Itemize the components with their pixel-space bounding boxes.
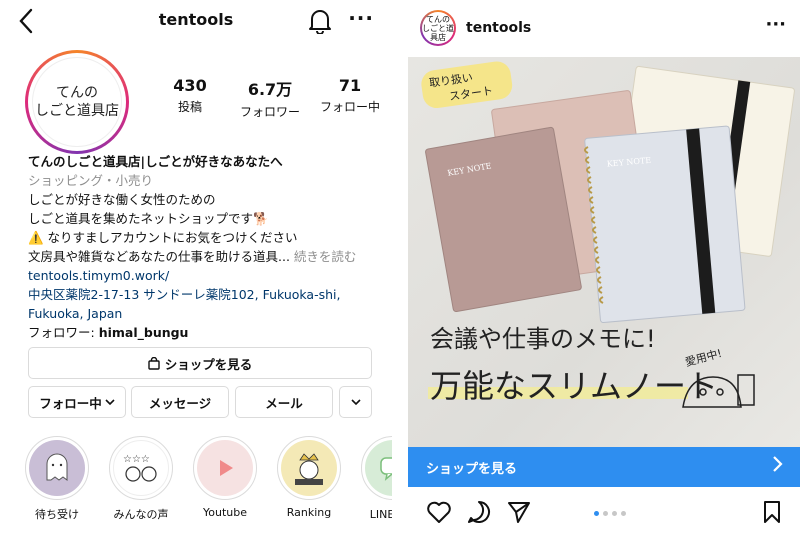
bio-address-line[interactable]: 中央区薬院2-17-13 サンドーレ薬院102, Fukuoka-shi, [28, 285, 378, 304]
profile-panel: tentools ··· てんの しごと道具店 430 投稿 6.7万 フォロワー… [0, 0, 392, 535]
message-label: メッセージ [148, 395, 212, 411]
carousel-dot [603, 511, 608, 516]
stat-number: 430 [173, 76, 207, 95]
stat-followers[interactable]: 6.7万 フォロワー [230, 76, 310, 120]
heart-icon[interactable] [426, 499, 452, 525]
stat-number: 6.7万 [247, 80, 293, 99]
read-more-link[interactable]: 続きを読む [294, 249, 357, 264]
bio-line-row: 文房具や雑貨などあなたの仕事を助ける道具... 続きを読む [28, 247, 378, 266]
more-icon[interactable]: ··· [765, 14, 786, 35]
view-shop-button[interactable]: ショップを見る [28, 347, 372, 379]
message-button[interactable]: メッセージ [131, 386, 229, 418]
carousel-dot [621, 511, 626, 516]
profile-bio: てんのしごと道具店|しごとが好きなあなたへ ショッピング・小売り しごとが好きな… [28, 152, 378, 342]
bio-line: 文房具や雑貨などあなたの仕事を助ける道具... [28, 249, 290, 264]
profile-avatar[interactable]: てんの しごと道具店 [25, 50, 129, 154]
highlight-cover [193, 436, 257, 500]
highlight-item[interactable]: LINEスタ [358, 436, 392, 522]
highlight-item[interactable]: Youtube [190, 436, 260, 519]
chat-bubble-icon [380, 457, 392, 481]
followed-by[interactable]: フォロワー: himal_bungu [28, 323, 378, 342]
more-icon[interactable]: ··· [348, 6, 374, 30]
ghost-icon [46, 453, 68, 481]
highlight-cover [361, 436, 392, 500]
stat-posts[interactable]: 430 投稿 [150, 76, 230, 120]
post-actions [408, 497, 800, 529]
post-image[interactable]: KEY NOTE KEY NOTE 取り扱い スタート 会議や仕事のメモに! 万… [408, 57, 800, 447]
view-shop-label: ショップを見る [164, 356, 253, 372]
post-username[interactable]: tentools [466, 20, 531, 36]
send-icon[interactable] [506, 499, 532, 525]
view-shop-bar[interactable]: ショップを見る [408, 447, 800, 487]
stat-label: フォロワー [239, 105, 300, 119]
highlight-label: Youtube [203, 506, 247, 519]
bio-address-line[interactable]: Fukuoka, Japan [28, 304, 378, 323]
carousel-dot [594, 511, 599, 516]
headline-text: 会議や仕事のメモに! [430, 325, 656, 353]
notebooks-illustration: KEY NOTE KEY NOTE 取り扱い スタート 会議や仕事のメモに! 万… [421, 61, 795, 408]
comment-icon[interactable] [466, 499, 492, 525]
stat-following[interactable]: 71 フォロー中 [310, 76, 390, 120]
avatar-logo: てんの しごと道具店 [422, 12, 454, 44]
highlight-item[interactable]: Ranking [274, 436, 344, 519]
followed-by-user: himal_bungu [98, 325, 189, 340]
suggested-dropdown-button[interactable] [339, 386, 372, 418]
mail-label: メール [265, 395, 303, 411]
highlight-label: 待ち受け [35, 508, 79, 521]
play-icon [220, 460, 233, 476]
following-label: フォロー中 [39, 395, 102, 411]
post-avatar[interactable]: てんの しごと道具店 [420, 10, 456, 46]
svg-text:愛用中!: 愛用中! [684, 347, 724, 369]
stat-label: 投稿 [177, 100, 202, 114]
highlight-label: LINEスタ [369, 508, 392, 521]
highlight-cover [25, 436, 89, 500]
bio-website-link[interactable]: tentools.timym0.work/ [28, 266, 378, 285]
view-shop-bar-label: ショップを見る [426, 461, 518, 477]
bio-category: ショッピング・小売り [28, 173, 154, 188]
highlight-cover [277, 436, 341, 500]
headline-text: 万能なスリムノート [430, 367, 718, 405]
carousel-dot [612, 511, 617, 516]
highlight-label: みんなの声 [113, 508, 169, 521]
highlight-item[interactable]: 待ち受け [22, 436, 92, 522]
shop-bag-icon [148, 356, 160, 370]
highlight-label: Ranking [286, 506, 332, 519]
bell-icon[interactable] [308, 8, 334, 35]
carousel-indicator [594, 511, 626, 516]
post-panel: てんの しごと道具店 tentools ··· KEY NOTE KEY NOT… [408, 0, 800, 535]
chevron-down-icon [105, 399, 115, 406]
mail-button[interactable]: メール [235, 386, 333, 418]
bio-line: しごとが好きな働く女性のための [28, 192, 216, 207]
chevron-right-icon [772, 454, 784, 479]
profile-header: tentools ··· [0, 0, 392, 42]
profile-stats: 430 投稿 6.7万 フォロワー 71 フォロー中 [150, 76, 390, 120]
avatar-logo: てんの しごと道具店 [32, 57, 122, 147]
followed-by-prefix: フォロワー: [28, 325, 99, 340]
story-highlights: 待ち受け ☆☆☆ みんなの声 Youtube Ranking LINEスタ [22, 436, 392, 531]
svg-text:☆☆☆: ☆☆☆ [123, 454, 150, 465]
bookmark-icon[interactable] [760, 499, 786, 525]
post-header: てんの しごと道具店 tentools ··· [408, 0, 800, 57]
highlight-cover: ☆☆☆ [109, 436, 173, 500]
bio-line: しごと道具を集めたネットショップです🐕 [28, 211, 269, 226]
stat-label: フォロー中 [319, 100, 380, 114]
crown-cat-icon [295, 453, 323, 485]
stat-number: 71 [338, 76, 362, 95]
bio-line: ⚠️ なりすましアカウントにお気をつけください [28, 230, 298, 245]
chevron-down-icon [350, 399, 361, 406]
cats-icon: ☆☆☆ [123, 454, 157, 482]
following-button[interactable]: フォロー中 [28, 386, 126, 418]
highlight-item[interactable]: ☆☆☆ みんなの声 [106, 436, 176, 522]
bio-name: てんのしごと道具店|しごとが好きなあなたへ [28, 154, 283, 169]
